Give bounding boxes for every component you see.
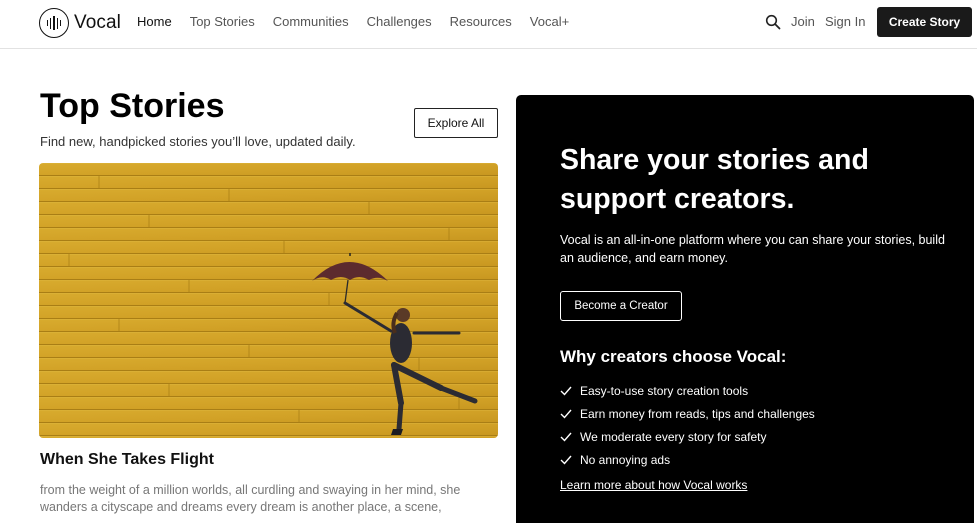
explore-all-button[interactable]: Explore All <box>414 108 498 138</box>
join-link[interactable]: Join <box>791 14 815 29</box>
umbrella-dancer-illustration <box>39 163 498 438</box>
promo-heading: Share your stories and support creators. <box>560 144 869 215</box>
featured-story-excerpt: from the weight of a million worlds, all… <box>40 483 461 514</box>
check-icon <box>560 455 572 465</box>
nav-top-stories[interactable]: Top Stories <box>190 14 255 29</box>
check-icon <box>560 432 572 442</box>
reason-text: Easy-to-use story creation tools <box>580 383 749 398</box>
featured-story-title[interactable]: When She Takes Flight <box>40 451 214 469</box>
nav-communities[interactable]: Communities <box>273 14 349 29</box>
featured-story-image[interactable] <box>39 163 498 438</box>
nav-home[interactable]: Home <box>137 14 172 29</box>
nav-resources[interactable]: Resources <box>450 14 512 29</box>
sign-in-link[interactable]: Sign In <box>825 14 865 29</box>
check-icon <box>560 409 572 419</box>
promo-description: Vocal is an all-in-one platform where yo… <box>560 233 945 265</box>
vocal-logo-icon <box>39 8 69 38</box>
list-item: Earn money from reads, tips and challeng… <box>560 402 815 425</box>
learn-more-link[interactable]: Learn more about how Vocal works <box>560 478 747 492</box>
list-item: No annoying ads <box>560 448 815 471</box>
creator-promo-panel: Share your stories and support creators.… <box>516 95 974 523</box>
nav-vocal-plus[interactable]: Vocal+ <box>530 14 569 29</box>
search-icon[interactable] <box>765 14 781 30</box>
become-creator-button[interactable]: Become a Creator <box>560 291 682 321</box>
list-item: Easy-to-use story creation tools <box>560 379 815 402</box>
reason-text: No annoying ads <box>580 452 671 467</box>
create-story-button[interactable]: Create Story <box>877 7 972 37</box>
brand-name: Vocal <box>74 12 121 33</box>
page-subtitle: Find new, handpicked stories you’ll love… <box>40 134 356 149</box>
reason-text: Earn money from reads, tips and challeng… <box>580 406 815 421</box>
main-nav: Home Top Stories Communities Challenges … <box>137 14 587 29</box>
vocal-logo[interactable]: Vocal <box>39 8 121 38</box>
top-nav: Vocal Home Top Stories Communities Chall… <box>0 0 977 49</box>
page-title: Top Stories <box>40 87 225 125</box>
check-icon <box>560 386 572 396</box>
nav-challenges[interactable]: Challenges <box>367 14 432 29</box>
why-creators-heading: Why creators choose Vocal: <box>560 347 787 366</box>
reason-text: We moderate every story for safety <box>580 429 767 444</box>
list-item: We moderate every story for safety <box>560 425 815 448</box>
reasons-list: Easy-to-use story creation tools Earn mo… <box>560 379 815 471</box>
